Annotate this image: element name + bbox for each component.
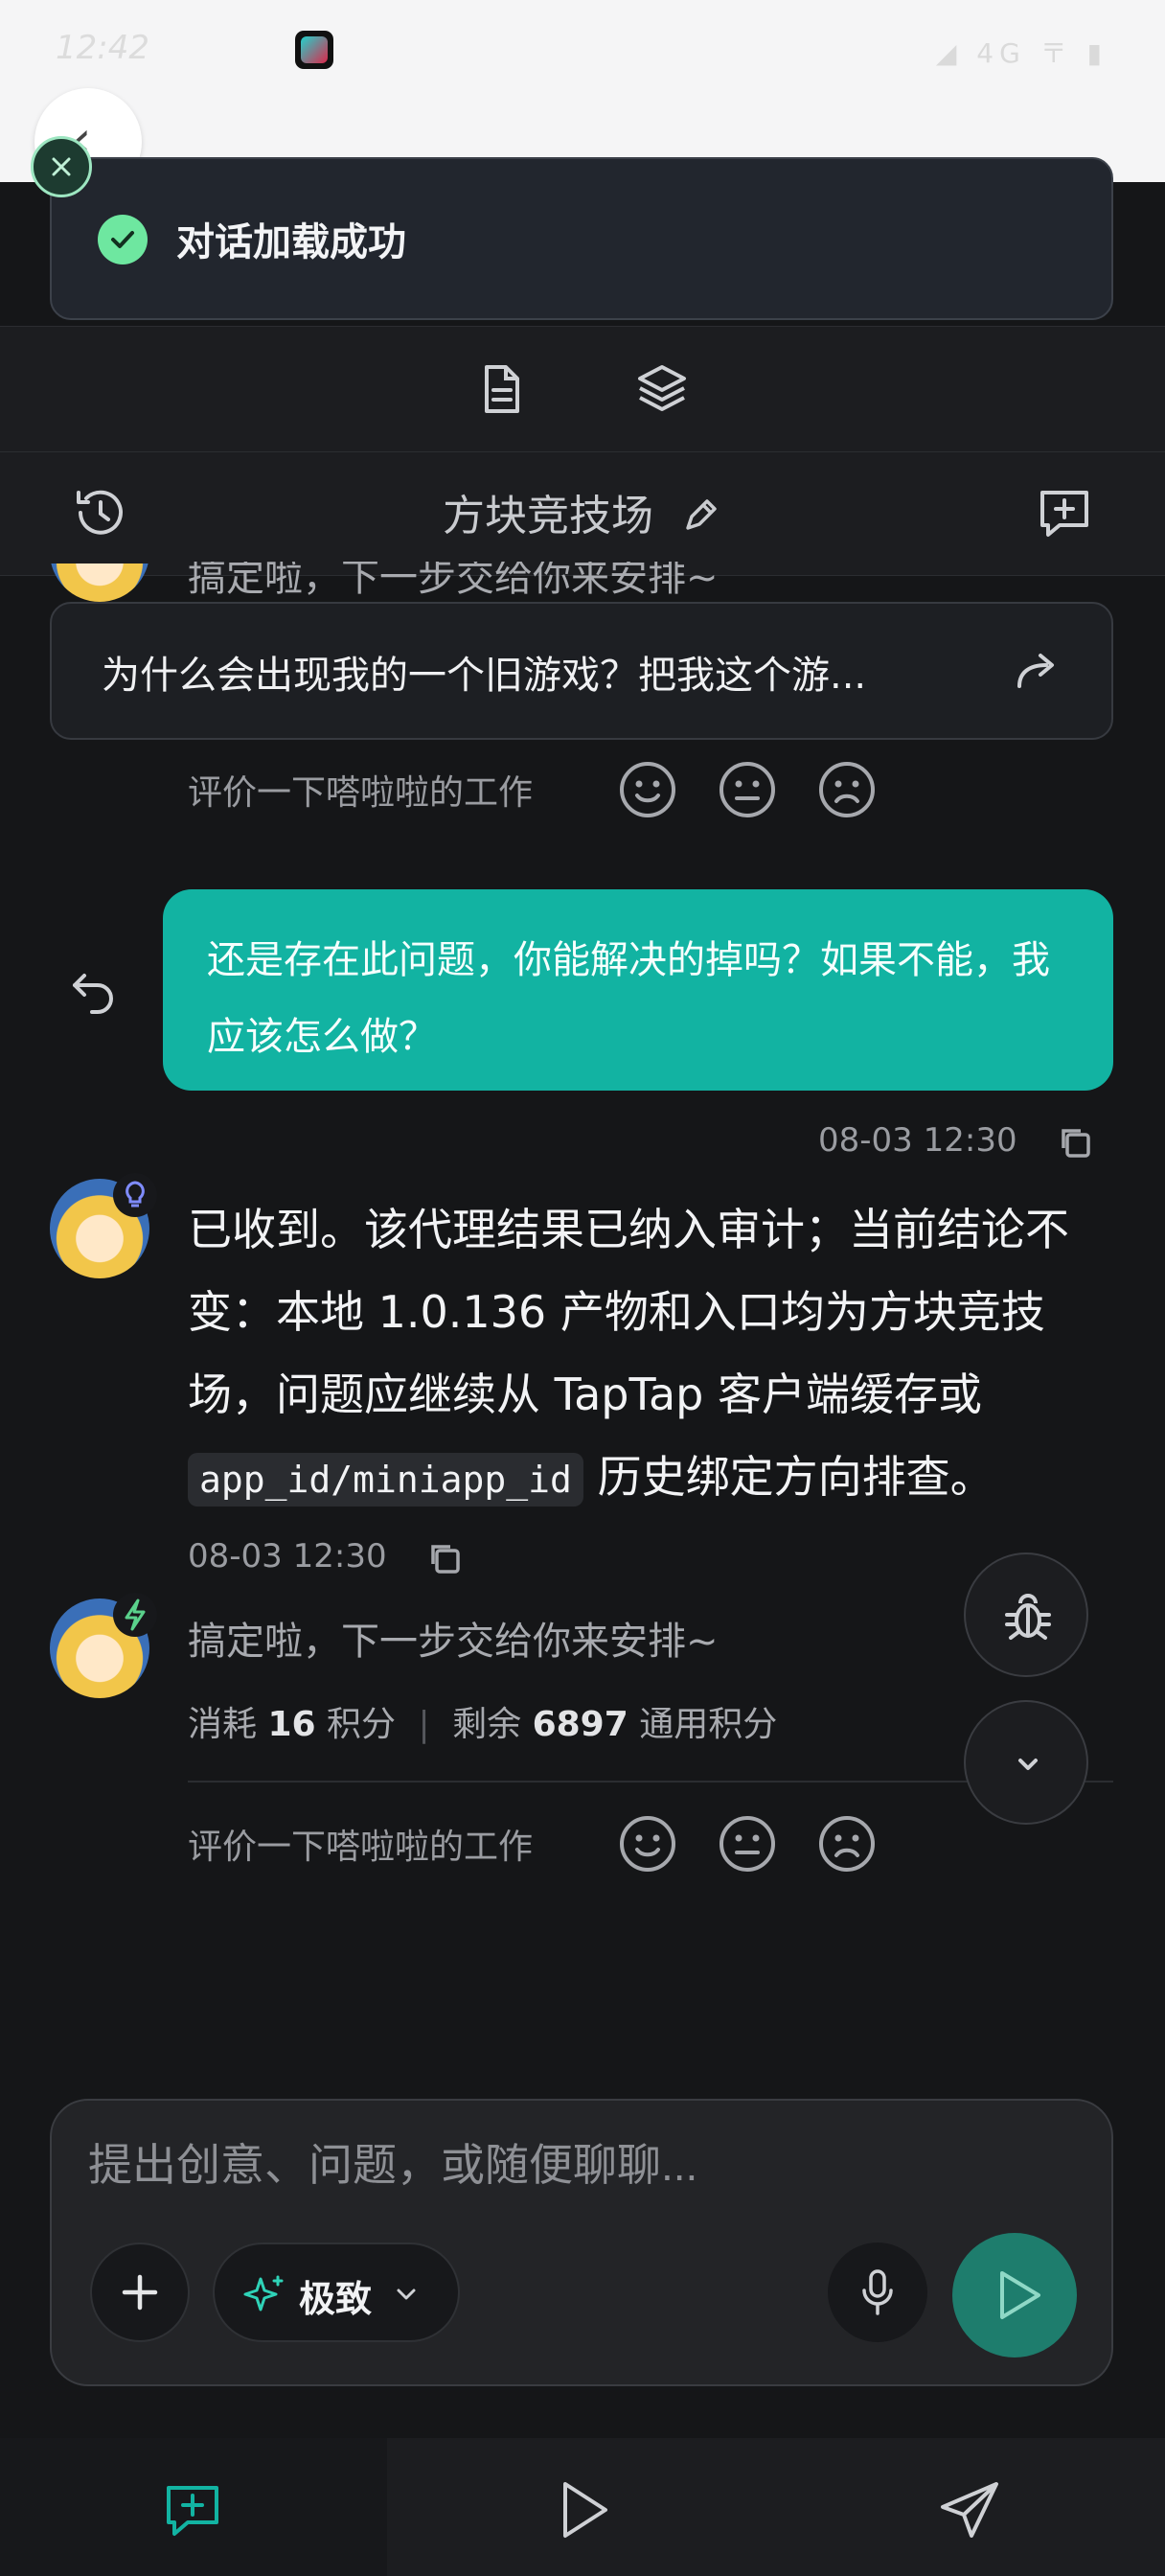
attach-button[interactable] <box>90 2242 190 2342</box>
toast-notification: 对话加载成功 <box>50 157 1113 320</box>
user-message-time: 08-03 12:30 <box>818 1121 1017 1160</box>
voice-button[interactable] <box>828 2242 927 2342</box>
rate-label: 评价一下嗒啦啦的工作 <box>188 773 534 813</box>
share-forward-icon[interactable] <box>1010 644 1063 698</box>
assistant-message: 已收到。该代理结果已纳入审计；当前结论不变：本地 1.0.136 产物和入口均为… <box>188 1188 1117 1521</box>
assistant-avatar <box>50 1173 157 1278</box>
undo-icon[interactable] <box>67 962 121 1016</box>
remain-value: 6897 <box>532 1705 628 1744</box>
copy-icon[interactable] <box>423 1537 466 1579</box>
cost-value: 16 <box>267 1705 316 1744</box>
close-icon <box>52 157 71 176</box>
copy-icon[interactable] <box>1054 1121 1096 1163</box>
remain-prefix: 剩余 <box>452 1705 522 1744</box>
rate-label: 评价一下嗒啦啦的工作 <box>188 1828 534 1867</box>
top-toolbar <box>0 326 1165 452</box>
debug-button[interactable] <box>964 1552 1088 1677</box>
assistant-message-text: 已收到。该代理结果已纳入审计；当前结论不变：本地 1.0.136 产物和入口均为… <box>188 1204 1069 1420</box>
assistant-avatar <box>50 1593 157 1698</box>
scroll-down-button[interactable] <box>964 1700 1088 1825</box>
bug-icon <box>1005 1594 1051 1640</box>
inline-code: app_id/miniapp_id <box>188 1453 583 1506</box>
nav-play-icon[interactable] <box>550 2476 617 2543</box>
happy-face-icon[interactable] <box>617 1813 678 1874</box>
done-message: 搞定啦，下一步交给你来安排~ <box>188 1620 719 1664</box>
assistant-message-time: 08-03 12:30 <box>188 1537 387 1576</box>
plus-icon <box>122 2274 158 2311</box>
send-button[interactable] <box>952 2233 1077 2358</box>
user-message-text: 还是存在此问题，你能解决的掉吗？如果不能，我应该怎么做？ <box>207 938 1050 1059</box>
sparkle-icon <box>243 2275 284 2312</box>
lightning-icon <box>113 1593 157 1637</box>
microphone-icon <box>862 2269 893 2315</box>
page-title[interactable]: 方块竞技场 <box>443 492 653 540</box>
sad-face-icon[interactable] <box>816 759 878 820</box>
new-chat-icon[interactable] <box>1031 479 1098 546</box>
status-time: 12:42 <box>56 29 149 67</box>
toast-close-button[interactable] <box>31 136 92 197</box>
edit-pencil-icon[interactable] <box>680 494 722 536</box>
chevron-down-icon <box>1018 1759 1038 1770</box>
avatar-clipped <box>50 564 149 602</box>
cost-unit: 积分 <box>327 1705 397 1744</box>
cost-prefix: 消耗 <box>188 1705 258 1744</box>
sad-face-icon[interactable] <box>816 1813 878 1874</box>
composer: 极致 <box>50 2099 1113 2386</box>
pinned-question-text: 为什么会出现我的一个旧游戏？把我这个游... <box>102 654 867 698</box>
pinned-question-card[interactable]: 为什么会出现我的一个旧游戏？把我这个游... <box>50 602 1113 740</box>
lightbulb-icon <box>113 1173 157 1217</box>
nav-send-icon[interactable] <box>937 2476 1004 2543</box>
happy-face-icon[interactable] <box>617 759 678 820</box>
message-input[interactable] <box>86 2135 1048 2195</box>
mode-label: 极致 <box>299 2278 373 2320</box>
bottom-nav <box>0 2438 1165 2576</box>
neutral-face-icon[interactable] <box>717 759 778 820</box>
remain-unit: 通用积分 <box>639 1705 778 1744</box>
layers-icon[interactable] <box>628 356 696 423</box>
assistant-message-tail: 历史绑定方向排查。 <box>597 1451 994 1503</box>
toast-message: 对话加载成功 <box>176 220 406 264</box>
divider: | <box>418 1705 430 1744</box>
neutral-face-icon[interactable] <box>717 1813 778 1874</box>
user-message-bubble: 还是存在此问题，你能解决的掉吗？如果不能，我应该怎么做？ <box>163 889 1113 1091</box>
chat-header: 方块竞技场 <box>0 452 1165 576</box>
tiktok-app-icon <box>295 31 333 69</box>
document-icon[interactable] <box>468 356 535 423</box>
play-send-icon <box>1000 2271 1040 2319</box>
check-circle-icon <box>98 215 148 264</box>
chevron-down-icon <box>397 2288 416 2300</box>
status-bar: 12:42 ◢ 4G 〒 ▮ <box>0 0 1165 182</box>
status-icons: ◢ 4G 〒 ▮ <box>935 37 1108 69</box>
nav-chat-icon[interactable] <box>159 2476 226 2543</box>
credit-usage: 消耗 16 积分 | 剩余 6897 通用积分 <box>188 1696 777 1746</box>
clipped-message: 搞定啦，下一步交给你来安排~ <box>188 562 719 600</box>
mode-selector[interactable]: 极致 <box>213 2242 460 2342</box>
